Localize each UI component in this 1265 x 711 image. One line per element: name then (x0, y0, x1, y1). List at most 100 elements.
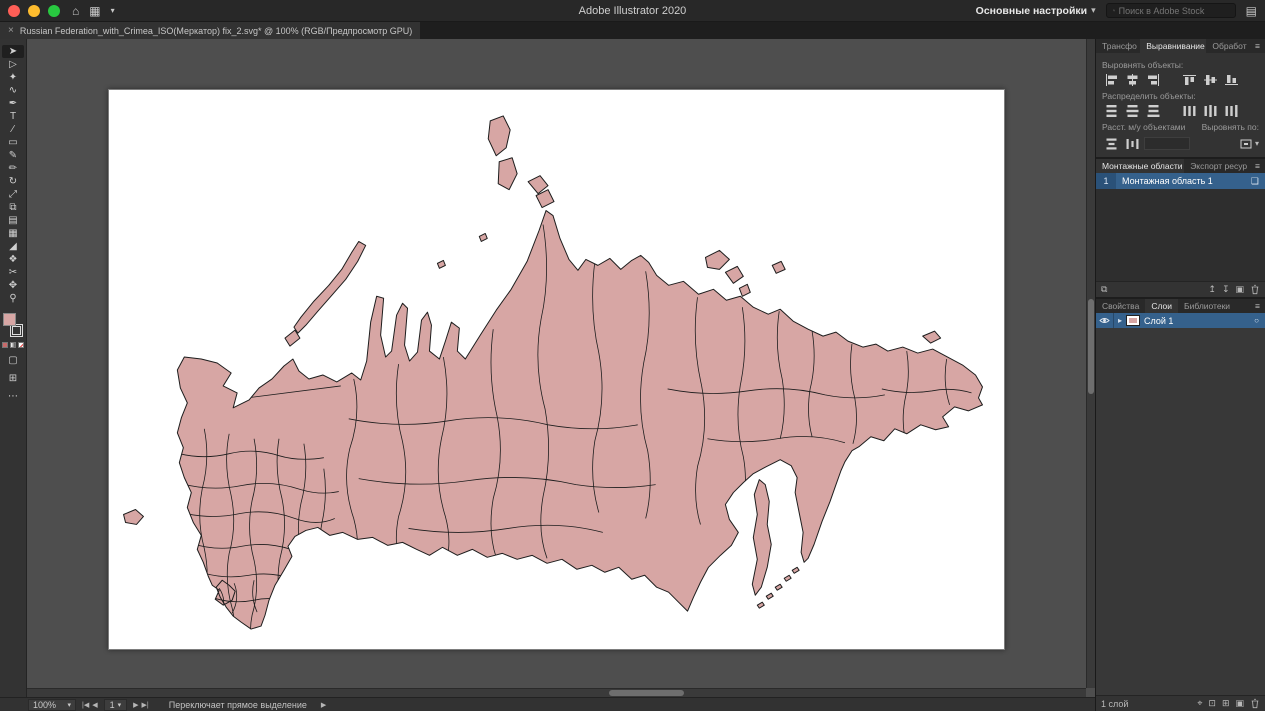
align-left-button[interactable] (1102, 72, 1120, 87)
locate-object-icon[interactable]: ⌖ (1197, 698, 1202, 709)
distribute-objects-label: Распределить объекты: (1102, 91, 1259, 101)
distribute-top-button[interactable] (1102, 103, 1120, 118)
direct-selection-tool[interactable]: ▷ (2, 58, 24, 71)
selection-tool[interactable]: ➤ (2, 45, 24, 58)
artboard-nav-select[interactable]: 1 ▾ (104, 699, 128, 711)
layer-visibility-toggle[interactable] (1096, 313, 1114, 328)
home-icon[interactable]: ⌂ (72, 4, 79, 18)
vertical-distribute-space-button[interactable] (1102, 136, 1120, 151)
tab-properties[interactable]: Свойства (1096, 299, 1145, 313)
edit-toolbar-ellipsis[interactable]: ⋯ (8, 391, 18, 402)
distribute-horizontal-center-button[interactable] (1201, 103, 1219, 118)
horizontal-scrollbar-thumb[interactable] (609, 690, 684, 696)
magic-wand-tool[interactable]: ✦ (2, 71, 24, 84)
first-artboard-button[interactable]: |◀ (82, 701, 89, 709)
pencil-tool[interactable]: ✏ (2, 162, 24, 175)
paintbrush-tool[interactable]: ✎ (2, 149, 24, 162)
close-window-button[interactable] (8, 5, 20, 17)
zoom-level-select[interactable]: 100% ▾ (28, 699, 76, 711)
tab-layers[interactable]: Слои (1145, 299, 1178, 313)
search-input[interactable] (1119, 6, 1229, 16)
gradient-tool[interactable]: ▤ (2, 214, 24, 227)
move-down-icon[interactable]: ↧ (1222, 284, 1230, 295)
play-icon[interactable]: ▶ (321, 701, 326, 709)
none-button[interactable] (18, 342, 24, 348)
gradient-button[interactable] (10, 342, 16, 348)
layer-target-icon[interactable]: ○ (1254, 316, 1265, 325)
distribute-vertical-center-button[interactable] (1123, 103, 1141, 118)
delete-artboard-icon[interactable] (1250, 284, 1260, 295)
pen-tool[interactable]: ✒ (2, 97, 24, 110)
slice-tool[interactable]: ✂ (2, 266, 24, 279)
panel-menu-icon[interactable]: ≡ (1250, 299, 1265, 313)
panel-menu-icon[interactable]: ≡ (1250, 39, 1265, 53)
canvas[interactable] (27, 39, 1095, 697)
artboard-page-icon[interactable]: ❏ (1251, 176, 1265, 187)
rotate-tool[interactable]: ↻ (2, 175, 24, 188)
distribute-left-button[interactable] (1180, 103, 1198, 118)
prev-artboard-button[interactable]: ◀ (92, 701, 97, 709)
eyedropper-tool[interactable]: ◢ (2, 240, 24, 253)
artboard-row[interactable]: 1 Монтажная область 1 ❏ (1096, 173, 1265, 189)
artboard-options-icon[interactable]: ⧉ (1101, 284, 1107, 295)
align-bottom-button[interactable] (1222, 72, 1240, 87)
tab-align[interactable]: Выравнивание (1140, 39, 1206, 53)
scale-tool[interactable]: ⤢ (2, 188, 24, 201)
spacing-value-select[interactable] (1144, 137, 1190, 150)
lasso-tool[interactable]: ∿ (2, 84, 24, 97)
tab-pathfinder[interactable]: Обработ (1206, 39, 1250, 53)
tab-asset-export[interactable]: Экспорт ресур (1184, 159, 1250, 173)
vertical-scrollbar-thumb[interactable] (1088, 299, 1094, 394)
distribute-bottom-button[interactable] (1144, 103, 1162, 118)
horizontal-scrollbar[interactable] (27, 688, 1086, 697)
layer-row[interactable]: ▸ Слой 1 ○ (1096, 313, 1265, 328)
mesh-tool[interactable]: ▦ (2, 227, 24, 240)
artboard[interactable] (108, 89, 1005, 650)
list-view-icon[interactable]: ▤ (1246, 4, 1257, 18)
tab-transform[interactable]: Трансфо (1096, 39, 1140, 53)
new-sublayer-icon[interactable]: ⊞ (1222, 698, 1230, 709)
panel-menu-icon[interactable]: ≡ (1250, 159, 1265, 173)
blend-tool[interactable]: ❖ (2, 253, 24, 266)
expand-layer-chevron[interactable]: ▸ (1118, 316, 1122, 325)
arrange-chevron-icon[interactable]: ▾ (111, 6, 115, 15)
stock-search[interactable] (1106, 3, 1236, 18)
align-horizontal-center-button[interactable] (1123, 72, 1141, 87)
type-tool[interactable]: T (2, 110, 24, 123)
rectangle-tool[interactable]: ▭ (2, 136, 24, 149)
document-tab[interactable]: × Russian Federation_with_Crimea_ISO(Мер… (0, 22, 420, 39)
hand-tool[interactable]: ✥ (2, 279, 24, 292)
russia-mainland[interactable] (177, 211, 982, 630)
layer-name[interactable]: Слой 1 (1144, 316, 1250, 326)
new-artboard-icon[interactable]: ▣ (1235, 284, 1244, 295)
make-clip-mask-icon[interactable]: ⊡ (1208, 698, 1216, 709)
new-layer-icon[interactable]: ▣ (1235, 698, 1244, 709)
align-right-button[interactable] (1144, 72, 1162, 87)
tab-artboards[interactable]: Монтажные области (1096, 159, 1184, 173)
zoom-window-button[interactable] (48, 5, 60, 17)
artboard-name[interactable]: Монтажная область 1 (1116, 176, 1251, 186)
draw-mode-button[interactable]: ▢ (8, 355, 17, 366)
fill-swatch[interactable] (3, 313, 16, 326)
next-artboard-button[interactable]: ▶ (133, 701, 138, 709)
tab-libraries[interactable]: Библиотеки (1178, 299, 1236, 313)
move-up-icon[interactable]: ↥ (1208, 284, 1216, 295)
horizontal-distribute-space-button[interactable] (1123, 136, 1141, 151)
shape-builder-tool[interactable]: ⧉ (2, 201, 24, 214)
panel-dock: Трансфо Выравнивание Обработ ≡ Выровнять… (1095, 39, 1265, 711)
close-tab-icon[interactable]: × (8, 25, 14, 36)
align-top-button[interactable] (1180, 72, 1198, 87)
vertical-scrollbar[interactable] (1086, 39, 1095, 688)
minimize-window-button[interactable] (28, 5, 40, 17)
zoom-tool[interactable]: ⚲ (2, 292, 24, 305)
color-button[interactable] (2, 342, 8, 348)
distribute-right-button[interactable] (1222, 103, 1240, 118)
arrange-documents-icon[interactable]: ▦ (89, 4, 100, 18)
line-segment-tool[interactable]: ∕ (2, 123, 24, 136)
screen-mode-button[interactable]: ⊞ (9, 373, 17, 384)
align-to-select[interactable]: ▾ (1239, 136, 1259, 151)
last-artboard-button[interactable]: ▶| (142, 701, 149, 709)
workspace-switcher[interactable]: Основные настройки ▾ (976, 5, 1096, 17)
delete-layer-icon[interactable] (1250, 698, 1260, 709)
align-vertical-center-button[interactable] (1201, 72, 1219, 87)
